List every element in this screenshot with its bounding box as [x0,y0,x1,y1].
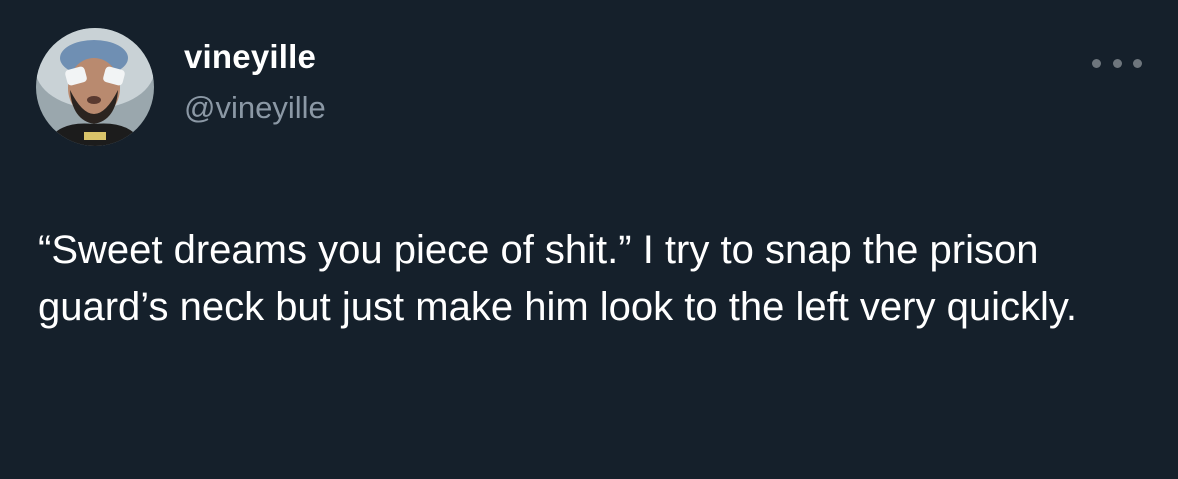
more-options-button[interactable] [1092,52,1142,74]
avatar[interactable] [36,28,154,146]
author-display-name[interactable]: vineyille [184,38,316,76]
tweet-text: “Sweet dreams you piece of shit.” I try … [38,228,1078,329]
tweet-card: vineyille @vineyille “Sweet dreams you p… [0,0,1178,479]
ellipsis-icon [1133,58,1142,68]
ellipsis-icon [1112,58,1122,68]
author-handle[interactable]: @vineyille [184,90,326,126]
avatar-photo-icon [36,28,154,146]
ellipsis-icon [1092,58,1101,68]
